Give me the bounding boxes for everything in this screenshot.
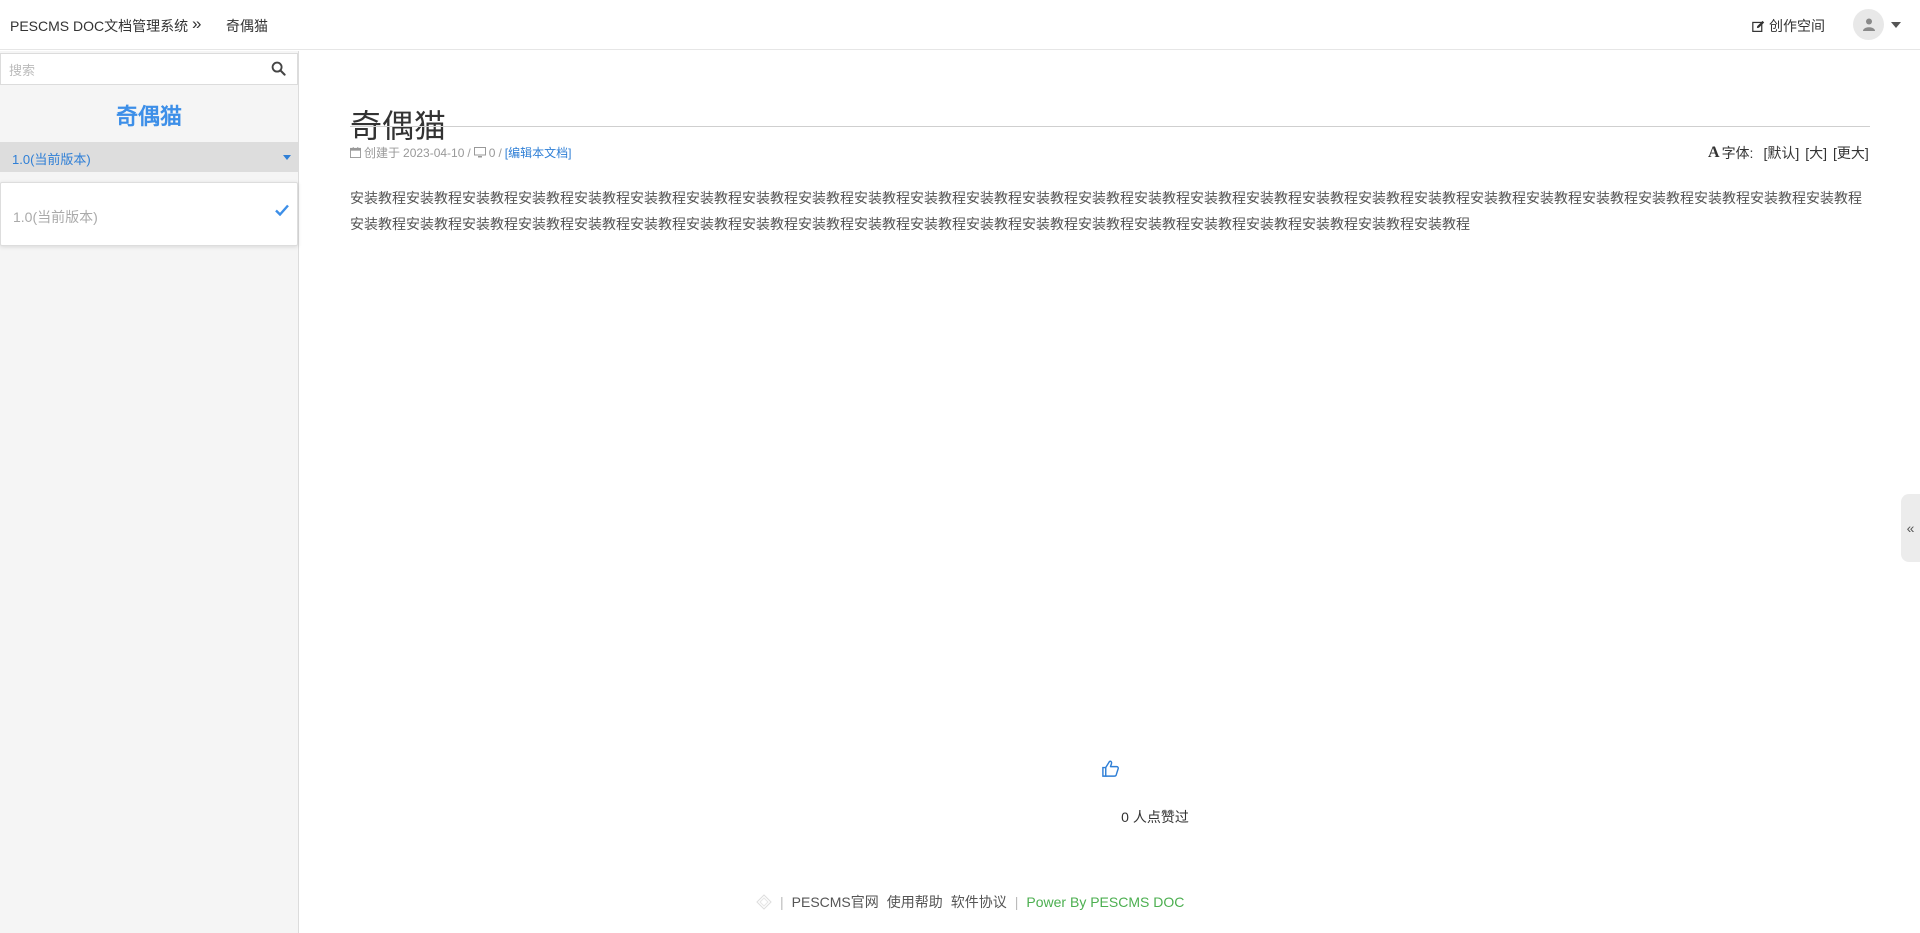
collapse-toggle-button[interactable]: «	[1901, 494, 1920, 562]
edit-icon	[1752, 20, 1765, 32]
sidebar: 奇偶猫 1.0(当前版本) 1.0(当前版本)	[0, 51, 299, 933]
document-body: 安装教程安装教程安装教程安装教程安装教程安装教程安装教程安装教程安装教程安装教程…	[350, 190, 1862, 232]
footer: | PESCMS官网 使用帮助 软件协议 | Power By PESCMS D…	[756, 892, 1184, 912]
version-select[interactable]: 1.0(当前版本)	[0, 142, 298, 172]
version-option[interactable]: 1.0(当前版本)	[13, 207, 98, 227]
font-large-option[interactable]: [大]	[1805, 143, 1827, 163]
pescms-logo-icon	[756, 894, 772, 910]
created-label: 创建于	[364, 146, 401, 160]
power-by-link[interactable]: Power By PESCMS DOC	[1026, 894, 1184, 910]
search-box	[0, 53, 298, 85]
version-dropdown: 1.0(当前版本)	[0, 182, 298, 246]
footer-separator: |	[1014, 894, 1019, 910]
breadcrumb-separator: »	[192, 14, 202, 33]
version-caret-icon[interactable]	[283, 155, 291, 160]
edit-document-link[interactable]: [编辑本文档]	[505, 144, 572, 161]
font-default-option[interactable]: [默认]	[1763, 143, 1799, 163]
font-a-icon: A	[1708, 144, 1720, 161]
main-content: 奇偶猫 创建于 2023-04-10 / 0 / [编辑本文档] A 字体: […	[300, 51, 1920, 933]
thumbs-up-icon[interactable]	[1101, 759, 1120, 778]
doc-meta: 创建于 2023-04-10 / 0 / [编辑本文档]	[350, 144, 571, 161]
sidebar-title: 奇偶猫	[115, 104, 182, 129]
user-avatar[interactable]	[1853, 9, 1884, 40]
user-menu-caret-icon[interactable]	[1891, 22, 1901, 28]
font-larger-option[interactable]: [更大]	[1833, 143, 1869, 163]
font-size-control: A 字体: [默认] [大] [更大]	[1708, 143, 1869, 163]
brand-link[interactable]: PESCMS DOC文档管理系统	[10, 16, 188, 36]
meta-separator: /	[467, 145, 471, 160]
double-chevron-left-icon: «	[1906, 520, 1915, 536]
footer-separator: |	[780, 894, 784, 910]
breadcrumb-current[interactable]: 奇偶猫	[226, 16, 268, 36]
search-input[interactable]	[7, 59, 261, 81]
monitor-icon	[473, 147, 486, 158]
search-icon[interactable]	[271, 61, 286, 76]
footer-link-official[interactable]: PESCMS官网	[792, 892, 879, 912]
footer-link-license[interactable]: 软件协议	[951, 892, 1007, 912]
check-icon	[275, 204, 289, 216]
created-date: 2023-04-10	[403, 145, 465, 160]
page-title: 奇偶猫	[350, 108, 447, 145]
create-space-label: 创作空间	[1769, 18, 1825, 34]
view-count: 0	[488, 145, 496, 160]
font-label: 字体:	[1721, 145, 1754, 161]
like-count: 0 人点赞过	[1121, 809, 1189, 825]
user-icon	[1862, 18, 1875, 31]
footer-link-help[interactable]: 使用帮助	[887, 892, 943, 912]
top-header: PESCMS DOC文档管理系统 » 奇偶猫 创作空间	[0, 0, 1920, 50]
create-space-link[interactable]: 创作空间	[1752, 16, 1825, 36]
calendar-icon	[350, 147, 361, 158]
title-divider	[350, 126, 1870, 127]
meta-separator: /	[498, 145, 502, 160]
